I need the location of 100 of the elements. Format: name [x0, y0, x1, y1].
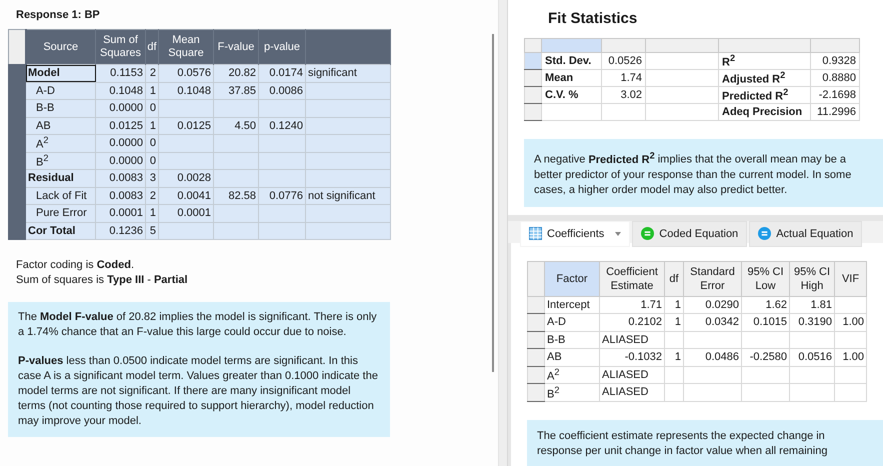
row-header[interactable] — [524, 86, 542, 104]
table-cell: 0.9328 — [810, 52, 860, 70]
table-cell: Pure Error — [26, 204, 96, 222]
scrollbar[interactable] — [492, 34, 494, 372]
table-cell: 0.0576 — [158, 64, 214, 82]
table-cell: 82.58 — [214, 187, 258, 204]
table-cell: 0.0083 — [96, 170, 146, 187]
table-cell: 1.00 — [834, 348, 866, 366]
table-cell: 0.0516 — [790, 348, 834, 366]
column-header: 95% CI Low — [742, 261, 790, 296]
table-cell: 0.1048 — [158, 82, 214, 100]
table-cell — [214, 152, 258, 170]
row-header[interactable] — [524, 52, 542, 70]
column-header: p-value — [258, 30, 306, 64]
table-cell: 0.0776 — [258, 187, 306, 204]
table-cell: 1.00 — [834, 314, 866, 332]
column-header: Sum of Squares — [96, 30, 146, 64]
table-cell: significant — [306, 64, 390, 82]
note-text: Sum of squares is Type III - Partial — [16, 273, 189, 288]
table-cell: Cor Total — [26, 222, 96, 240]
table-cell: 1.81 — [790, 296, 834, 314]
table-cell: 0.0041 — [158, 187, 214, 204]
table-cell — [742, 331, 790, 349]
tab[interactable]: Actual Equation — [749, 220, 862, 247]
table-cell — [684, 384, 742, 402]
table-cell: 1 — [664, 314, 684, 332]
table-cell — [790, 331, 834, 349]
table-cell — [834, 331, 866, 349]
row-header — [524, 38, 542, 52]
column-header: df — [664, 261, 684, 296]
table-cell: -2.1698 — [810, 86, 860, 104]
table-cell: 0.1236 — [96, 222, 146, 240]
table-cell — [664, 331, 684, 349]
table-cell — [158, 222, 214, 240]
column-header: F-value — [214, 30, 258, 64]
info-text: The Model F-value of 20.82 implies the model is significant. There is only a 1.74% chance that an F-value this large could occur due to noise. — [18, 310, 378, 340]
table-cell: 0.1048 — [96, 82, 146, 100]
table-cell: ALIASED — [600, 384, 664, 402]
table-cell: A-D — [544, 314, 600, 332]
table-cell: 0.0000 — [96, 152, 146, 170]
table-cell — [214, 100, 258, 117]
caret-icon[interactable] — [615, 232, 622, 236]
table-cell — [742, 366, 790, 384]
column-header: 95% CI High — [790, 261, 834, 296]
table-cell: 0.0174 — [258, 64, 306, 82]
table-cell — [214, 134, 258, 152]
section-title: Fit Statistics — [547, 9, 638, 29]
table-cell — [258, 204, 306, 222]
table-cell — [602, 104, 646, 120]
table-cell — [834, 384, 866, 402]
equals-icon — [641, 227, 654, 240]
table-cell: 0.0028 — [158, 170, 214, 187]
section-title: Response 1: BP — [15, 8, 101, 23]
table-cell: not significant — [306, 187, 390, 204]
table-cell: 1.62 — [742, 296, 790, 314]
table-cell: 0.0290 — [684, 296, 742, 314]
tab[interactable]: Coefficients — [520, 220, 630, 247]
table-cell: Adjusted R$^{2}$ — [718, 70, 810, 86]
column-header: Mean Square — [158, 30, 214, 64]
row-header — [528, 348, 544, 366]
table-cell: B$^{2}$ — [544, 384, 600, 402]
table-cell: A$^{2}$ — [544, 366, 600, 384]
table-cell: 0.0526 — [602, 52, 646, 70]
table-cell — [214, 170, 258, 187]
table-cell: 1.71 — [600, 296, 664, 314]
table-cell — [258, 222, 306, 240]
column-header: VIF — [834, 261, 866, 296]
table-cell — [664, 366, 684, 384]
column-header: Standard Error — [684, 261, 742, 296]
table-cell: 0.2102 — [600, 314, 664, 332]
table-cell: 4.50 — [214, 117, 258, 134]
table-cell — [684, 331, 742, 349]
table-cell: R$^{2}$ — [718, 52, 810, 70]
table-cell — [158, 100, 214, 117]
table-icon — [529, 227, 542, 240]
table-cell: 20.82 — [214, 64, 258, 82]
column-header: Coefficient Estimate — [600, 261, 664, 296]
table-cell: ALIASED — [600, 366, 664, 384]
row-header[interactable] — [524, 70, 542, 86]
table-cell: Residual — [26, 170, 96, 187]
row-header[interactable] — [524, 104, 542, 120]
table-cell — [790, 384, 834, 402]
info-text: A negative Predicted R$^{2}$ implies that the overall mean may be a better predictor of your response than the current model. In some cases, a higher order model may also predict better. — [534, 149, 852, 198]
table-cell: 1 — [664, 296, 684, 314]
row-header — [528, 384, 544, 402]
table-cell — [742, 384, 790, 402]
table-cell: 0.0486 — [684, 348, 742, 366]
tab[interactable]: Coded Equation — [632, 220, 748, 247]
table-cell — [258, 170, 306, 187]
table-cell: Predicted R$^{2}$ — [718, 86, 810, 104]
info-text: The coefficient estimate represents the expected change in response per unit change in factor value when all remaining — [537, 428, 828, 459]
table-cell: 37.85 — [214, 82, 258, 100]
table-cell: A-D — [26, 82, 96, 100]
table-cell: 0.1153 — [96, 64, 146, 82]
table-cell: 0.1240 — [258, 117, 306, 134]
table-cell — [790, 366, 834, 384]
row-header — [528, 314, 544, 332]
note-text: Factor coding is Coded. — [16, 258, 135, 273]
table-cell — [158, 134, 214, 152]
table-cell: 0.0000 — [96, 134, 146, 152]
